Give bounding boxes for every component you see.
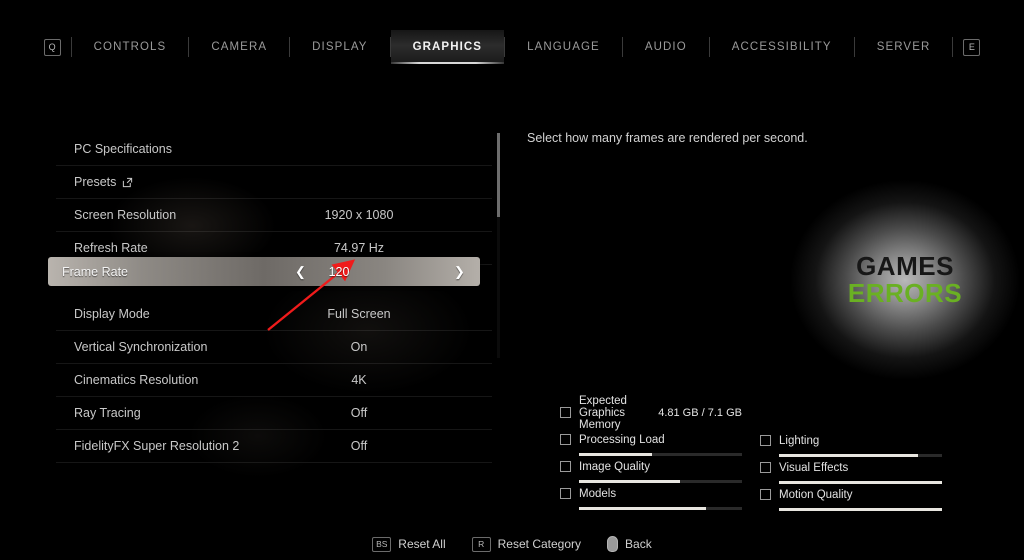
meter-bar-track [779,454,942,457]
performance-meters-left-column: Expected Graphics Memory 4.81 GB / 7.1 G… [560,395,742,512]
key-badge-r: R [471,536,491,552]
setting-description: Select how many frames are rendered per … [527,131,808,145]
hint-label: Reset Category [497,537,582,551]
meter-visual-effects: Visual Effects [760,459,942,486]
hint-reset-all[interactable]: BS Reset All [372,536,446,552]
tab-server[interactable]: SERVER [855,30,953,64]
meter-label: Expected Graphics Memory [579,394,627,431]
tab-audio[interactable]: AUDIO [623,30,709,64]
setting-row-pc-specifications[interactable]: PC Specifications [56,133,492,166]
prev-tab-key-hint[interactable]: Q [34,30,71,64]
meter-bar-fill [779,481,942,484]
key-badge-bs: BS [372,536,392,552]
setting-label: FidelityFX Super Resolution 2 [74,439,240,453]
meter-bar-track [579,507,742,510]
setting-label: Screen Resolution [74,208,177,222]
tab-camera[interactable]: CAMERA [189,30,289,64]
settings-scrollbar[interactable] [497,133,500,358]
meter-motion-quality: Motion Quality [760,486,942,513]
tab-display[interactable]: DISPLAY [290,30,389,64]
meter-bar-fill [579,507,707,510]
setting-row-ray-tracing[interactable]: Ray Tracing Off [56,397,492,430]
meter-label: Image Quality [579,460,650,473]
external-link-icon [122,177,133,188]
meter-expected-graphics-memory: Expected Graphics Memory 4.81 GB / 7.1 G… [560,395,742,431]
watermark-line-errors: ERRORS [847,278,963,308]
tab-graphics[interactable]: GRAPHICS [390,30,505,64]
tab-language[interactable]: LANGUAGE [505,30,622,64]
setting-row-presets[interactable]: Presets [56,166,492,199]
meter-models: Models [560,485,742,512]
checkbox-icon[interactable] [760,462,771,473]
meter-bar-fill [579,480,681,483]
key-badge-q: Q [43,38,61,56]
meter-bar-track [579,480,742,483]
checkbox-icon[interactable] [560,461,571,472]
meter-bar-fill [779,508,942,511]
setting-row-display-mode[interactable]: Display Mode Full Screen [56,298,492,331]
performance-meters-right-column: Lighting Visual Effects Motion Quality [760,432,942,513]
checkbox-icon[interactable] [560,434,571,445]
meter-bar-track [579,453,742,456]
setting-label: Display Mode [74,307,150,321]
meter-label: Motion Quality [779,488,853,501]
next-tab-key-hint[interactable]: E [953,30,990,64]
meter-value: 4.81 GB / 7.1 GB [658,406,742,419]
key-badge-e: E [963,38,981,56]
checkbox-icon[interactable] [560,488,571,499]
meter-label: Lighting [779,434,820,447]
settings-tab-bar: Q CONTROLS CAMERA DISPLAY GRAPHICS LANGU… [0,30,1024,64]
meter-label: Processing Load [579,433,665,446]
hint-reset-category[interactable]: R Reset Category [471,536,582,552]
settings-scrollbar-thumb[interactable] [497,133,500,217]
meter-bar-fill [779,454,918,457]
meter-bar-track [779,508,942,511]
hint-label: Back [625,537,652,551]
setting-label: Cinematics Resolution [74,373,199,387]
hint-label: Reset All [398,537,446,551]
setting-row-fidelityfx-super-resolution-2[interactable]: FidelityFX Super Resolution 2 Off [56,430,492,463]
tab-controls[interactable]: CONTROLS [72,30,189,64]
chevron-left-icon[interactable]: ❮ [295,264,306,280]
setting-label: Frame Rate [62,264,128,279]
meter-lighting: Lighting [760,432,942,459]
meter-image-quality: Image Quality [560,458,742,485]
mouse-icon [607,536,619,552]
setting-row-screen-resolution[interactable]: Screen Resolution 1920 x 1080 [56,199,492,232]
setting-label: PC Specifications [74,142,172,156]
watermark-line-games: GAMES [856,250,954,281]
games-errors-watermark: GAMES ERRORS [790,180,1020,380]
setting-label: Presets [74,175,117,189]
bottom-action-bar: BS Reset All R Reset Category Back [0,536,1024,552]
checkbox-icon[interactable] [760,435,771,446]
tab-accessibility[interactable]: ACCESSIBILITY [710,30,854,64]
meter-bar-track [779,481,942,484]
meter-label: Models [579,487,617,500]
meter-label: Visual Effects [779,461,849,474]
meter-processing-load: Processing Load [560,431,742,458]
checkbox-icon[interactable] [760,489,771,500]
setting-row-cinematics-resolution[interactable]: Cinematics Resolution 4K [56,364,492,397]
setting-row-vertical-synchronization[interactable]: Vertical Synchronization On [56,331,492,364]
setting-row-frame-rate-selected[interactable]: Frame Rate ❮ 120 ❯ [48,257,480,286]
setting-label-wrap: Presets [74,175,133,189]
hint-back[interactable]: Back [607,536,652,552]
setting-label: Refresh Rate [74,241,148,255]
meter-bar-fill [579,453,653,456]
chevron-right-icon[interactable]: ❯ [454,264,465,280]
graphics-settings-list: PC Specifications Presets Screen Resolut… [48,133,492,463]
setting-label: Vertical Synchronization [74,340,208,354]
setting-label: Ray Tracing [74,406,141,420]
checkbox-icon[interactable] [560,407,571,418]
